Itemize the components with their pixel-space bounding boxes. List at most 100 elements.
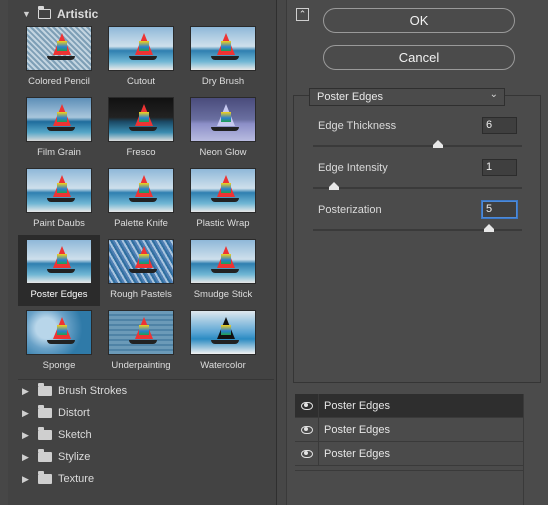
filter-preview-image: [108, 310, 174, 355]
filter-thumb-colored-pencil[interactable]: Colored Pencil: [18, 22, 100, 93]
category-label: Artistic: [57, 7, 99, 21]
param-label: Posterization: [318, 204, 382, 216]
visibility-toggle[interactable]: [295, 441, 319, 466]
filter-label: Cutout: [127, 76, 155, 87]
sailboat-hull: [47, 56, 75, 60]
effect-layer-row[interactable]: Poster Edges: [295, 393, 523, 418]
sailboat-hull: [47, 340, 75, 344]
category-label: Stylize: [58, 451, 91, 463]
category-label: Distort: [58, 407, 90, 419]
filter-label: Palette Knife: [114, 218, 168, 229]
slider-handle[interactable]: [483, 224, 494, 232]
filter-thumb-underpainting[interactable]: Underpainting: [100, 306, 182, 377]
slider-handle[interactable]: [433, 140, 444, 148]
category-distort[interactable]: ▶ Distort: [22, 402, 272, 424]
filter-label: Fresco: [126, 147, 156, 158]
eye-icon: [300, 425, 313, 434]
disclosure-closed-icon: ▶: [22, 473, 29, 484]
filter-select-dropdown[interactable]: Poster Edges ⌄: [309, 88, 505, 106]
filter-thumb-plastic-wrap[interactable]: Plastic Wrap: [182, 164, 264, 235]
filter-thumb-fresco[interactable]: Fresco: [100, 93, 182, 164]
cancel-button[interactable]: Cancel: [323, 45, 515, 70]
ok-button[interactable]: OK: [323, 8, 515, 33]
filter-preview-image: [26, 97, 92, 142]
sailboat-hull: [211, 340, 239, 344]
folder-icon: [38, 405, 52, 418]
param-label: Edge Thickness: [318, 120, 397, 132]
slider-handle[interactable]: [328, 182, 339, 190]
layers-scroll-edge: [523, 394, 524, 505]
category-label: Brush Strokes: [58, 385, 128, 397]
sailboat-sail: [53, 317, 71, 339]
sailboat-hull: [47, 127, 75, 131]
param-slider[interactable]: [313, 187, 522, 189]
filter-thumb-sponge[interactable]: Sponge: [18, 306, 100, 377]
collapse-up-icon[interactable]: ⌃: [296, 8, 309, 21]
category-brush-strokes[interactable]: ▶ Brush Strokes: [22, 380, 272, 402]
filter-thumb-smudge-stick[interactable]: Smudge Stick: [182, 235, 264, 306]
filter-thumb-cutout[interactable]: Cutout: [100, 22, 182, 93]
filter-label: Poster Edges: [30, 289, 88, 300]
filter-label: Colored Pencil: [28, 76, 90, 87]
filter-preview-image: [108, 168, 174, 213]
filter-thumb-poster-edges[interactable]: Poster Edges: [18, 235, 100, 306]
category-list: ▶ Brush Strokes ▶ Distort ▶ Sketch ▶ Stylize ▶ Te…: [22, 380, 272, 490]
sailboat-hull: [47, 198, 75, 202]
filter-label: Plastic Wrap: [196, 218, 250, 229]
sailboat-sail: [135, 104, 153, 126]
sailboat-sail: [135, 317, 153, 339]
filter-preview-image: [190, 97, 256, 142]
filter-thumb-neon-glow[interactable]: Neon Glow: [182, 93, 264, 164]
filter-preview-image: [108, 26, 174, 71]
filter-thumb-film-grain[interactable]: Film Grain: [18, 93, 100, 164]
filter-preview-image: [190, 26, 256, 71]
filter-thumb-paint-daubs[interactable]: Paint Daubs: [18, 164, 100, 235]
effect-layer-row[interactable]: Poster Edges: [295, 441, 523, 466]
filter-thumb-dry-brush[interactable]: Dry Brush: [182, 22, 264, 93]
sailboat-sail: [53, 175, 71, 197]
sailboat-hull: [129, 56, 157, 60]
filter-preview-image: [108, 97, 174, 142]
filter-label: Smudge Stick: [193, 289, 253, 300]
param-value-input[interactable]: 5: [482, 201, 517, 218]
eye-icon: [300, 401, 313, 410]
sailboat-hull: [211, 127, 239, 131]
effect-layer-name: Poster Edges: [324, 399, 391, 412]
param-slider[interactable]: [313, 145, 522, 147]
sailboat-sail: [217, 317, 235, 339]
sailboat-sail: [53, 33, 71, 55]
sailboat-hull: [129, 127, 157, 131]
filter-preview-image: [190, 310, 256, 355]
filter-label: Sponge: [42, 360, 76, 371]
folder-icon: [38, 383, 52, 396]
category-texture[interactable]: ▶ Texture: [22, 468, 272, 490]
sailboat-hull: [211, 269, 239, 273]
sailboat-hull: [211, 56, 239, 60]
filter-gallery: ▼ Artistic Colored Pencil Cutout Dry Brush…: [8, 0, 277, 505]
filter-thumbnail-grid: Colored Pencil Cutout Dry Brush Film Grain F…: [18, 22, 264, 377]
param-value-input[interactable]: 1: [482, 159, 517, 176]
disclosure-open-icon: ▼: [22, 9, 31, 19]
category-sketch[interactable]: ▶ Sketch: [22, 424, 272, 446]
effect-layer-row[interactable]: Poster Edges: [295, 417, 523, 442]
visibility-toggle[interactable]: [295, 417, 319, 442]
sailboat-hull: [47, 269, 75, 273]
eye-icon: [300, 449, 313, 458]
filter-preview-image: [190, 168, 256, 213]
param-label: Edge Intensity: [318, 162, 388, 174]
disclosure-closed-icon: ▶: [22, 429, 29, 440]
sailboat-sail: [135, 246, 153, 268]
category-stylize[interactable]: ▶ Stylize: [22, 446, 272, 468]
sailboat-hull: [129, 198, 157, 202]
folder-icon: [38, 449, 52, 462]
panel-separator[interactable]: [277, 0, 287, 505]
param-value-input[interactable]: 6: [482, 117, 517, 134]
filter-thumb-palette-knife[interactable]: Palette Knife: [100, 164, 182, 235]
filter-preview-image: [26, 168, 92, 213]
visibility-toggle[interactable]: [295, 393, 319, 418]
sailboat-sail: [135, 175, 153, 197]
filter-thumb-watercolor[interactable]: Watercolor: [182, 306, 264, 377]
filter-thumb-rough-pastels[interactable]: Rough Pastels: [100, 235, 182, 306]
filter-settings-panel: [293, 95, 541, 383]
effect-layer-name: Poster Edges: [324, 447, 391, 460]
